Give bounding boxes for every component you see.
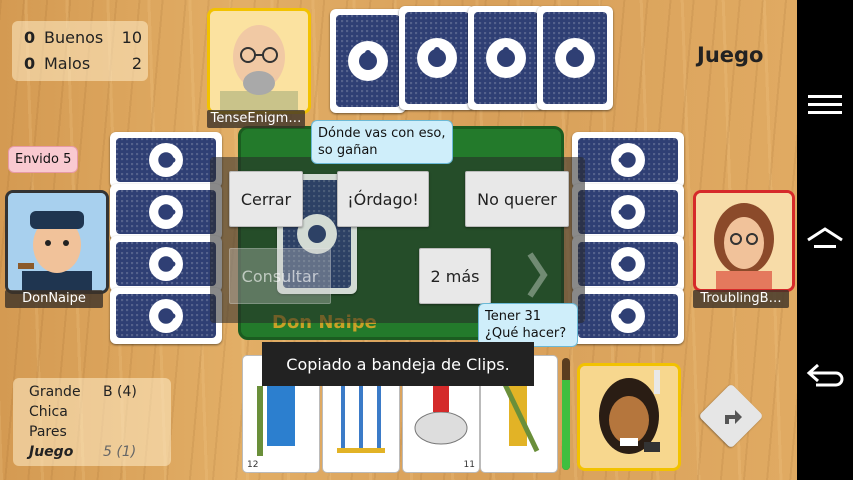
card-emblem-icon bbox=[348, 41, 388, 81]
turn-timer-bar bbox=[562, 358, 570, 470]
score-buenos-label: Buenos bbox=[44, 28, 104, 47]
cerrar-button[interactable]: Cerrar bbox=[229, 171, 303, 227]
card-emblem-icon bbox=[149, 299, 183, 333]
no-querer-button[interactable]: No querer bbox=[465, 171, 569, 227]
left-player-name: DonNaipe bbox=[5, 290, 103, 308]
left-player-speech: Envido 5 bbox=[8, 146, 79, 173]
top-opponent-card bbox=[330, 9, 406, 113]
card-emblem-icon bbox=[486, 38, 526, 78]
score-buenos-count: 0 bbox=[24, 28, 36, 47]
lance-chica-label: Chica bbox=[29, 404, 68, 420]
score-malos-value: 2 bbox=[131, 54, 142, 73]
dos-mas-button[interactable]: 2 más bbox=[419, 248, 491, 304]
right-opponent-card bbox=[572, 184, 684, 240]
turn-timer-fill bbox=[562, 380, 570, 470]
lance-juego-value: 5 (1) bbox=[103, 444, 137, 460]
right-player-avatar[interactable] bbox=[693, 190, 795, 292]
lance-grande-value: B (4) bbox=[103, 384, 137, 400]
top-player-avatar[interactable] bbox=[207, 8, 311, 114]
left-opponent-card bbox=[110, 184, 222, 240]
phase-title: Juego bbox=[697, 43, 764, 67]
lance-pares-label: Pares bbox=[29, 424, 67, 440]
card-index: 12 bbox=[247, 460, 259, 470]
top-player-speech: Dónde vas con eso, so gañan bbox=[311, 120, 453, 164]
card-index: 11 bbox=[463, 460, 475, 470]
consultar-button[interactable]: Consultar bbox=[229, 248, 331, 304]
right-player-name: TroublingB… bbox=[693, 290, 789, 308]
score-malos-label: Malos bbox=[44, 54, 91, 73]
back-icon[interactable] bbox=[797, 345, 853, 405]
left-opponent-card bbox=[110, 132, 222, 188]
lance-grande-label: Grande bbox=[29, 384, 81, 400]
lances-panel: Grande B (4) Chica Pares Juego 5 (1) bbox=[13, 378, 171, 466]
share-icon[interactable] bbox=[717, 402, 745, 430]
top-player-name: TenseEnigm… bbox=[207, 110, 305, 128]
card-emblem-icon bbox=[149, 247, 183, 281]
top-opponent-card bbox=[468, 6, 544, 110]
card-emblem-icon bbox=[555, 38, 595, 78]
menu-icon[interactable] bbox=[797, 75, 853, 135]
system-nav-bar bbox=[797, 0, 853, 480]
top-opponent-card bbox=[399, 6, 475, 110]
score-panel: 0 Buenos 10 0 Malos 2 bbox=[12, 21, 148, 81]
clipboard-toast: Copiado a bandeja de Clips. bbox=[262, 342, 534, 386]
card-emblem-icon bbox=[611, 143, 645, 177]
left-opponent-card bbox=[110, 236, 222, 292]
home-icon[interactable] bbox=[797, 210, 853, 270]
chevron-right-icon[interactable] bbox=[522, 248, 552, 302]
score-row-buenos: 0 Buenos 10 bbox=[24, 28, 142, 50]
left-opponent-card bbox=[110, 288, 222, 344]
card-emblem-icon bbox=[149, 143, 183, 177]
bottom-player-avatar[interactable] bbox=[577, 363, 681, 471]
top-opponent-card bbox=[537, 6, 613, 110]
bottom-player-speech: Tener 31 ¿Qué hacer? bbox=[478, 303, 578, 347]
score-malos-count: 0 bbox=[24, 54, 36, 73]
lance-juego-label: Juego bbox=[29, 444, 74, 460]
right-opponent-card bbox=[572, 288, 684, 344]
right-opponent-card bbox=[572, 132, 684, 188]
card-emblem-icon bbox=[611, 299, 645, 333]
left-player-avatar[interactable] bbox=[5, 190, 109, 294]
score-row-malos: 0 Malos 2 bbox=[24, 54, 142, 76]
right-opponent-card bbox=[572, 236, 684, 292]
card-emblem-icon bbox=[611, 247, 645, 281]
card-emblem-icon bbox=[149, 195, 183, 229]
card-emblem-icon bbox=[611, 195, 645, 229]
card-emblem-icon bbox=[417, 38, 457, 78]
ordago-button[interactable]: ¡Órdago! bbox=[337, 171, 429, 227]
score-buenos-value: 10 bbox=[121, 28, 142, 47]
